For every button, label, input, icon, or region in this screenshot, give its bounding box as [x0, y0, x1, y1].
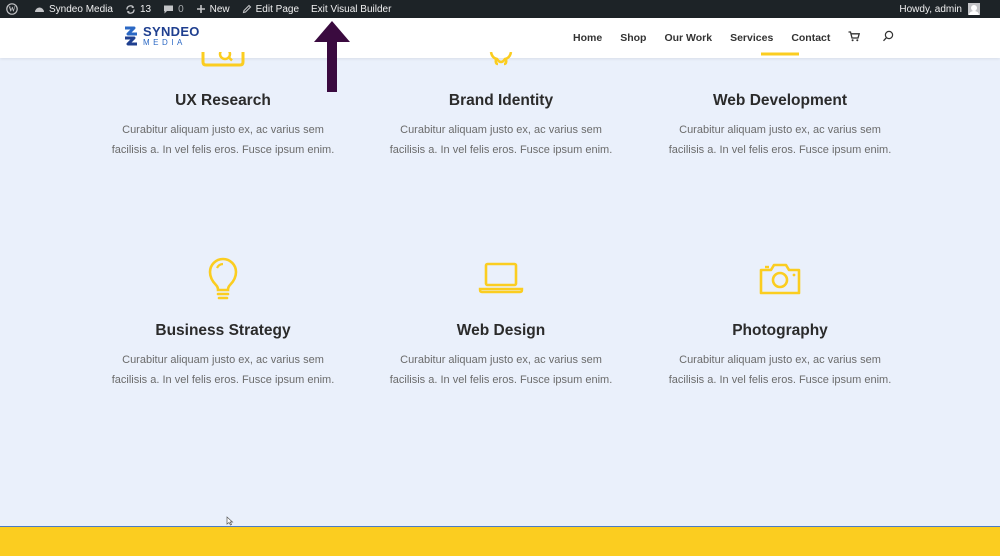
my-account-link[interactable]: Howdy, admin [899, 3, 1000, 15]
pencil-icon [242, 4, 251, 14]
syndeo-logo-icon [125, 26, 137, 46]
nav-item-contact[interactable]: Contact [791, 32, 830, 44]
main-navigation: Home Shop Our Work Services Contact [573, 18, 894, 58]
site-logo[interactable]: SYNDEO MEDIA [122, 25, 200, 47]
comments-link[interactable]: 0 [157, 0, 190, 18]
search-button[interactable] [882, 29, 894, 47]
edit-page-link[interactable]: Edit Page [236, 0, 305, 18]
wordpress-logo-button[interactable]: W [0, 0, 28, 18]
wp-admin-bar: W Syndeo Media 13 0 New Edit Page Exit V… [0, 0, 1000, 18]
new-content-link[interactable]: New [190, 0, 236, 18]
service-description: Curabitur aliquam justo ex, ac varius se… [111, 354, 335, 387]
service-description: Curabitur aliquam justo ex, ac varius se… [668, 124, 892, 157]
comments-count: 0 [178, 3, 184, 15]
service-description: Curabitur aliquam justo ex, ac varius se… [668, 354, 892, 387]
lightbulb-icon [489, 52, 513, 66]
new-label: New [209, 3, 230, 15]
howdy-label: Howdy, admin [899, 3, 962, 15]
nav-item-services[interactable]: Services [730, 32, 773, 44]
edit-page-label: Edit Page [255, 3, 300, 15]
mouse-cursor-icon [226, 516, 234, 526]
annotation-arrow-icon [314, 21, 350, 92]
wordpress-icon: W [6, 3, 18, 15]
service-title: Web Design [456, 322, 546, 339]
dashboard-icon [35, 7, 44, 12]
nav-item-home[interactable]: Home [573, 32, 602, 44]
refresh-icon [126, 4, 135, 14]
avatar [968, 3, 980, 15]
exit-visual-builder-link[interactable]: Exit Visual Builder [305, 0, 397, 18]
service-description: Curabitur aliquam justo ex, ac varius se… [389, 354, 613, 387]
camera-icon [759, 263, 801, 295]
laptop-icon [761, 52, 799, 56]
service-title: Web Development [712, 92, 848, 109]
footer-section [0, 526, 1000, 556]
search-icon [883, 30, 894, 42]
svg-text:W: W [9, 6, 16, 14]
laptop-icon [478, 262, 524, 294]
nav-item-shop[interactable]: Shop [620, 32, 646, 44]
logo-text-media: MEDIA [143, 38, 186, 47]
cart-button[interactable] [848, 29, 861, 47]
plus-icon [196, 5, 205, 13]
service-title: UX Research [175, 92, 271, 109]
exit-visual-builder-label: Exit Visual Builder [311, 3, 392, 15]
lightbulb-icon [208, 257, 238, 300]
service-title: Photography [732, 322, 828, 339]
cart-icon [848, 31, 861, 42]
site-name-label: Syndeo Media [49, 3, 113, 15]
service-description: Curabitur aliquam justo ex, ac varius se… [389, 124, 613, 157]
site-name-link[interactable]: Syndeo Media [28, 0, 119, 18]
logo-text-syndeo: SYNDEO [143, 24, 200, 39]
comment-icon [164, 5, 174, 13]
updates-link[interactable]: 13 [119, 0, 157, 18]
search-icon [201, 52, 245, 67]
service-title: Business Strategy [155, 322, 291, 339]
updates-count: 13 [139, 3, 152, 15]
service-title: Brand Identity [448, 92, 554, 109]
nav-item-our-work[interactable]: Our Work [664, 32, 712, 44]
service-description: Curabitur aliquam justo ex, ac varius se… [111, 124, 335, 157]
